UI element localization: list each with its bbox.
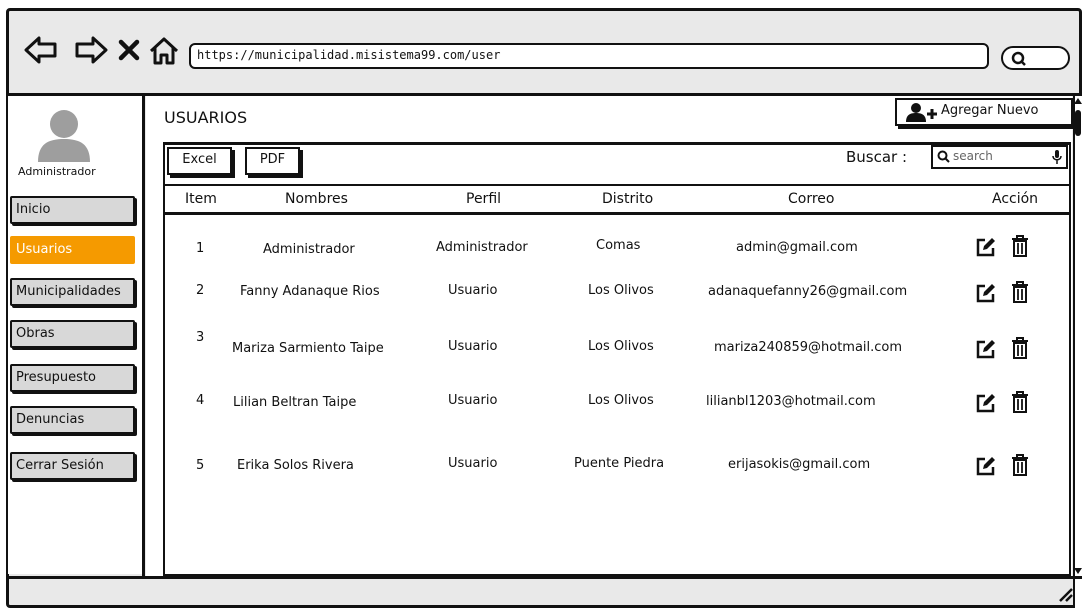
search-label: Buscar :	[846, 148, 908, 166]
scroll-up-icon[interactable]	[1074, 97, 1082, 105]
home-icon[interactable]	[148, 36, 180, 66]
table-row-nombre: Mariza Sarmiento Taipe	[232, 341, 384, 356]
pdf-button[interactable]: PDF	[245, 147, 300, 175]
table-row-item: 3	[196, 330, 205, 345]
sidebar-item-cerrar-sesion[interactable]: Cerrar Sesión	[10, 452, 135, 480]
table-row-nombre: Fanny Adanaque Rios	[240, 284, 380, 299]
sidebar-item-denuncias[interactable]: Denuncias	[10, 406, 135, 434]
trash-icon[interactable]	[1011, 281, 1029, 303]
column-header-item: Item	[185, 191, 217, 207]
table-row-correo: erijasokis@gmail.com	[728, 457, 871, 472]
table-row-perfil: Administrador	[436, 240, 528, 255]
search-icon	[1011, 51, 1026, 66]
table-row-distrito: Comas	[596, 238, 641, 253]
sidebar-item-inicio[interactable]: Inicio	[10, 196, 135, 224]
sidebar-item-usuarios[interactable]: Usuarios	[10, 236, 135, 264]
add-new-label: Agregar Nuevo	[941, 103, 1039, 118]
excel-button[interactable]: Excel	[167, 147, 232, 175]
sidebar-item-municipalidades[interactable]: Municipalidades	[10, 278, 135, 306]
scrollbar-thumb[interactable]	[1075, 110, 1081, 136]
forward-icon[interactable]	[74, 36, 108, 64]
trash-icon[interactable]	[1011, 391, 1029, 413]
resize-handle-icon[interactable]	[1057, 586, 1073, 602]
table-row-correo: mariza240859@hotmail.com	[714, 340, 903, 355]
table-header-divider	[165, 212, 1069, 215]
table-row-nombre: Erika Solos Rivera	[237, 458, 354, 473]
table-row-perfil: Usuario	[448, 283, 498, 298]
edit-icon[interactable]	[976, 237, 996, 257]
table-row-perfil: Usuario	[448, 456, 498, 471]
vertical-scrollbar[interactable]	[1073, 96, 1082, 608]
url-bar[interactable]: https://municipalidad.misistema99.com/us…	[189, 43, 989, 69]
table-row-distrito: Los Olivos	[588, 339, 654, 354]
column-header-distrito: Distrito	[602, 191, 654, 207]
table-row-distrito: Los Olivos	[588, 393, 654, 408]
edit-icon[interactable]	[976, 283, 996, 303]
trash-icon[interactable]	[1011, 235, 1029, 257]
table-row-item: 2	[196, 283, 205, 298]
table-row-correo: adanaquefanny26@gmail.com	[708, 284, 908, 299]
table-row-distrito: Puente Piedra	[574, 456, 665, 471]
column-header-correo: Correo	[788, 191, 835, 207]
column-header-accion: Acción	[992, 191, 1039, 207]
search-placeholder: search	[953, 149, 993, 163]
table-row-item: 4	[196, 393, 205, 408]
table-row-correo: lilianbl1203@hotmail.com	[706, 394, 876, 409]
table-row-distrito: Los Olivos	[588, 283, 654, 298]
avatar	[38, 110, 90, 162]
column-header-nombres: Nombres	[285, 191, 348, 207]
table-row-correo: admin@gmail.com	[736, 240, 858, 255]
sidebar-divider	[142, 96, 145, 576]
page-title: USUARIOS	[164, 108, 248, 127]
table-row-item: 5	[196, 458, 205, 473]
microphone-icon[interactable]	[1052, 149, 1062, 165]
add-user-icon	[906, 103, 937, 122]
table-row-item: 1	[196, 241, 205, 256]
close-icon[interactable]	[118, 39, 140, 61]
browser-search-field[interactable]	[1001, 46, 1070, 70]
back-icon[interactable]	[24, 36, 58, 64]
table-row-perfil: Usuario	[448, 393, 498, 408]
status-bar-divider	[6, 576, 1082, 579]
search-icon	[937, 150, 950, 163]
add-new-button[interactable]: Agregar Nuevo	[895, 98, 1073, 126]
sidebar-item-obras[interactable]: Obras	[10, 320, 135, 348]
scroll-down-icon[interactable]	[1074, 567, 1082, 575]
table-row-perfil: Usuario	[448, 339, 498, 354]
edit-icon[interactable]	[976, 456, 996, 476]
trash-icon[interactable]	[1011, 454, 1029, 476]
search-input[interactable]: search	[931, 145, 1068, 169]
trash-icon[interactable]	[1011, 337, 1029, 359]
edit-icon[interactable]	[976, 393, 996, 413]
edit-icon[interactable]	[976, 339, 996, 359]
column-header-perfil: Perfil	[466, 191, 502, 207]
sidebar-item-presupuesto[interactable]: Presupuesto	[10, 364, 135, 392]
sidebar-user-label: Administrador	[18, 165, 96, 178]
table-row-nombre: Lilian Beltran Taipe	[233, 395, 357, 410]
table-row-nombre: Administrador	[263, 242, 355, 257]
